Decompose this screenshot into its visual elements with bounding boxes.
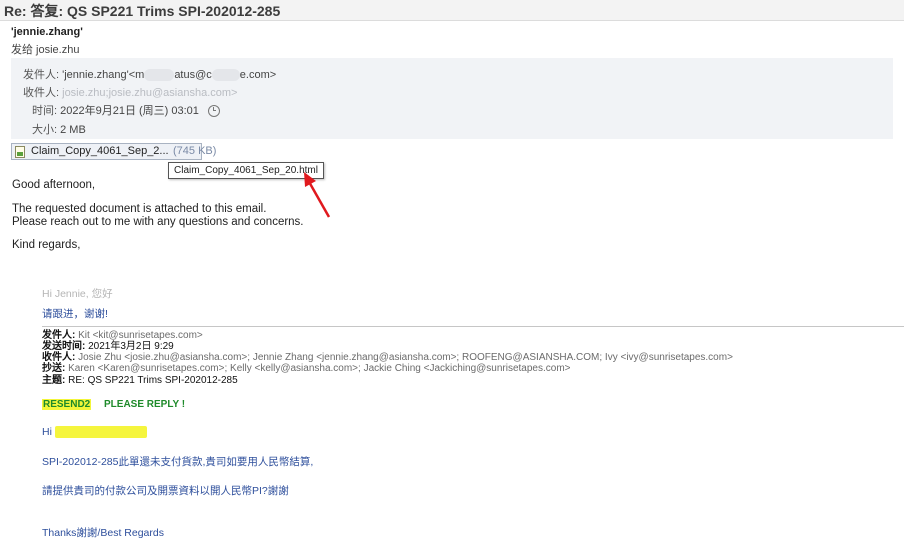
attachment-name[interactable]: Claim_Copy_4061_Sep_2... [31,145,169,157]
size-value: 2 MB [60,124,86,136]
time-value: 2022年9月21日 (周三) 03:01 [60,105,199,117]
title-bar: Re: 答复: QS SP221 Trims SPI-202012-285 [0,0,904,21]
greeting: Good afternoon, [12,179,96,191]
quoted-thanks: Thanks謝謝/Best Regards [42,527,164,539]
html-file-icon [15,146,25,158]
quoted-request-line: 請提供貴司的付款公司及開票資料以開人民幣PI?謝謝 [42,485,289,497]
from-label: 发件人: [23,69,60,81]
to-value[interactable]: josie.zhu;josie.zhu@asiansha.com> [62,87,237,99]
message-header-box: 发件人: 'jennie.zhang'<m atus@c e.com> 收件人: j… [11,58,893,139]
quoted-follow-up: 请跟进，谢谢! [42,308,108,320]
attachment-size: (745 KB) [173,145,217,157]
sender-name[interactable]: 'jennie.zhang' [11,26,83,38]
sent-via: 发给 josie.zhu [11,44,80,56]
time-row: 时间: 2022年9月21日 (周三) 03:01 [32,102,220,118]
history-clock-icon[interactable] [207,105,220,118]
quoted-from: 发件人: Kit <kit@sunrisetapes.com> [42,330,203,341]
quote-divider [42,326,904,327]
please-reply-text: PLEASE REPLY ! [104,399,186,410]
body-line-1: The requested document is attached to th… [12,203,267,215]
quoted-hi: Hi [42,426,147,439]
red-annotation-arrow-icon [304,172,331,218]
closing: Kind regards, [12,239,81,251]
quoted-spi-line: SPI-202012-285此單還未支付貨款,貴司如要用人民幣結算, [42,456,314,468]
quoted-hi-line: Hi Jennie, 您好 [42,288,113,300]
email-subject-title: Re: 答复: QS SP221 Trims SPI-202012-285 [4,3,281,19]
from-value[interactable]: 'jennie.zhang'<m atus@c e.com> [62,69,276,82]
highlight-redaction [54,426,147,439]
to-label: 收件人: [23,87,60,99]
quoted-sent: 发送时间: 2021年3月2日 9:29 [42,341,174,352]
quoted-subject: 主题: RE: QS SP221 Trims SPI-202012-285 [42,375,238,386]
body-line-2: Please reach out to me with any question… [12,216,304,228]
attachment-chip[interactable]: Claim_Copy_4061_Sep_2... (745 KB) [11,143,216,160]
size-row: 大小: 2 MB [32,121,86,137]
size-label: 大小: [32,124,58,136]
resend-badge: RESEND2 [42,399,92,410]
quoted-to: 收件人: Josie Zhu <josie.zhu@asiansha.com>;… [42,352,733,363]
to-row: 收件人: josie.zhu;josie.zhu@asiansha.com> [23,84,237,100]
quoted-cc: 抄送: Karen <Karen@sunrisetapes.com>; Kell… [42,363,571,374]
time-label: 时间: [32,105,58,117]
from-row: 发件人: 'jennie.zhang'<m atus@c e.com> [23,66,276,82]
